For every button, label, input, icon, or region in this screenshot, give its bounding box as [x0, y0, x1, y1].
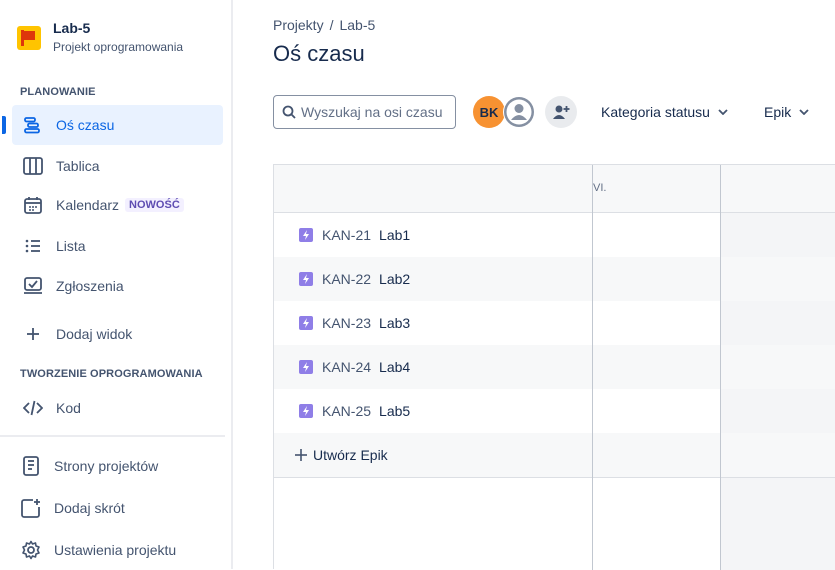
epic-row[interactable]: KAN-23 Lab3: [274, 301, 835, 345]
epic-key[interactable]: KAN-24: [322, 359, 371, 375]
sidebar-item-add-shortcut[interactable]: Dodaj skrót: [10, 488, 221, 528]
sidebar-item-add-view[interactable]: Dodaj widok: [12, 314, 223, 354]
sidebar-item-timeline[interactable]: Oś czasu: [2, 105, 223, 145]
page-icon: [20, 455, 42, 477]
board-icon: [22, 155, 44, 177]
timeline-icon: [22, 114, 44, 136]
sidebar-item-label: Strony projektów: [54, 458, 159, 474]
add-person-icon: [553, 105, 570, 119]
breadcrumb-project-link[interactable]: Lab-5: [339, 17, 375, 33]
sidebar-item-label: Zgłoszenia: [56, 278, 124, 294]
search-placeholder: Wyszukaj na osi czasu: [301, 104, 443, 120]
breadcrumb-projects-link[interactable]: Projekty: [273, 17, 324, 33]
create-epic-row[interactable]: Utwórz Epik: [274, 433, 835, 478]
sidebar-item-label: Dodaj widok: [56, 326, 133, 342]
page-title: Oś czasu: [273, 41, 365, 66]
sidebar-item-project-settings[interactable]: Ustawienia projektu: [10, 530, 221, 570]
epic-filter-label: Epik: [764, 104, 792, 120]
epic-key[interactable]: KAN-23: [322, 315, 371, 331]
epic-key[interactable]: KAN-25: [322, 403, 371, 419]
sidebar-item-label: Kalendarz: [56, 197, 120, 213]
epic-name: Lab4: [379, 359, 411, 375]
status-category-filter[interactable]: Kategoria statusu: [601, 104, 728, 120]
project-type: Projekt oprogramowania: [53, 40, 184, 54]
issues-icon: [22, 275, 44, 297]
search-input[interactable]: Wyszukaj na osi czasu: [273, 95, 456, 129]
section-title-planning: PLANOWANIE: [20, 86, 96, 98]
sidebar-item-project-pages[interactable]: Strony projektów: [10, 446, 221, 486]
project-logo-icon: [17, 26, 41, 50]
timeline-grid: VI. KAN-21 Lab1 KAN-22 Lab2 KAN-23 Lab3: [273, 164, 835, 570]
sidebar-item-label: Tablica: [56, 158, 100, 174]
sidebar-item-code[interactable]: Kod: [12, 388, 223, 428]
epic-icon: [299, 228, 313, 242]
list-icon: [22, 235, 44, 257]
month-label: VI.: [593, 182, 607, 194]
epic-row[interactable]: KAN-22 Lab2: [274, 257, 835, 301]
timeline-divider: [592, 165, 593, 570]
sidebar-item-label: Oś czasu: [56, 117, 115, 133]
epic-icon: [299, 360, 313, 374]
chevron-down-icon: [718, 109, 728, 115]
breadcrumb: Projekty / Lab-5: [273, 17, 381, 33]
epic-name: Lab1: [379, 227, 411, 243]
plus-icon: [295, 449, 307, 461]
sidebar-item-list[interactable]: Lista: [12, 226, 223, 266]
sidebar: Lab-5 Projekt oprogramowania PLANOWANIE …: [0, 0, 233, 569]
timeline-header: [274, 165, 835, 213]
sidebar-item-label: Kod: [56, 400, 81, 416]
epic-row[interactable]: KAN-25 Lab5: [274, 389, 835, 433]
sidebar-item-label: Ustawienia projektu: [54, 542, 177, 558]
epic-key[interactable]: KAN-22: [322, 271, 371, 287]
new-badge: NOWOŚĆ: [125, 198, 184, 212]
epic-icon: [299, 272, 313, 286]
sidebar-divider: [0, 435, 225, 437]
epic-row[interactable]: KAN-21 Lab1: [274, 213, 835, 257]
epic-name: Lab2: [379, 271, 411, 287]
user-icon: [504, 97, 534, 127]
sidebar-item-issues[interactable]: Zgłoszenia: [12, 266, 223, 306]
gear-icon: [20, 539, 42, 561]
epic-icon: [299, 404, 313, 418]
status-category-filter-label: Kategoria statusu: [601, 104, 710, 120]
timeline-divider: [720, 165, 721, 570]
avatar-bk[interactable]: BK: [473, 96, 505, 128]
sidebar-item-label: Lista: [56, 238, 86, 254]
chevron-down-icon: [799, 109, 809, 115]
epic-name: Lab5: [379, 403, 411, 419]
epic-row[interactable]: KAN-24 Lab4: [274, 345, 835, 389]
avatar-unassigned[interactable]: [503, 96, 535, 128]
add-people-button[interactable]: [545, 96, 577, 128]
search-icon: [282, 105, 296, 119]
sidebar-item-label: Dodaj skrót: [54, 500, 125, 516]
sidebar-item-calendar[interactable]: Kalendarz NOWOŚĆ: [12, 185, 223, 225]
epic-filter[interactable]: Epik: [764, 104, 809, 120]
add-shortcut-icon: [20, 497, 42, 519]
project-header[interactable]: Lab-5 Projekt oprogramowania: [17, 20, 183, 54]
section-title-dev: TWORZENIE OPROGRAMOWANIA: [20, 368, 203, 380]
plus-icon: [22, 323, 44, 345]
project-name: Lab-5: [53, 20, 91, 36]
sidebar-item-board[interactable]: Tablica: [12, 146, 223, 186]
epic-icon: [299, 316, 313, 330]
epic-name: Lab3: [379, 315, 411, 331]
calendar-icon: [22, 194, 44, 216]
code-icon: [22, 397, 44, 419]
epic-key[interactable]: KAN-21: [322, 227, 371, 243]
create-epic-button[interactable]: Utwórz Epik: [313, 447, 388, 463]
breadcrumb-separator: /: [329, 17, 334, 33]
